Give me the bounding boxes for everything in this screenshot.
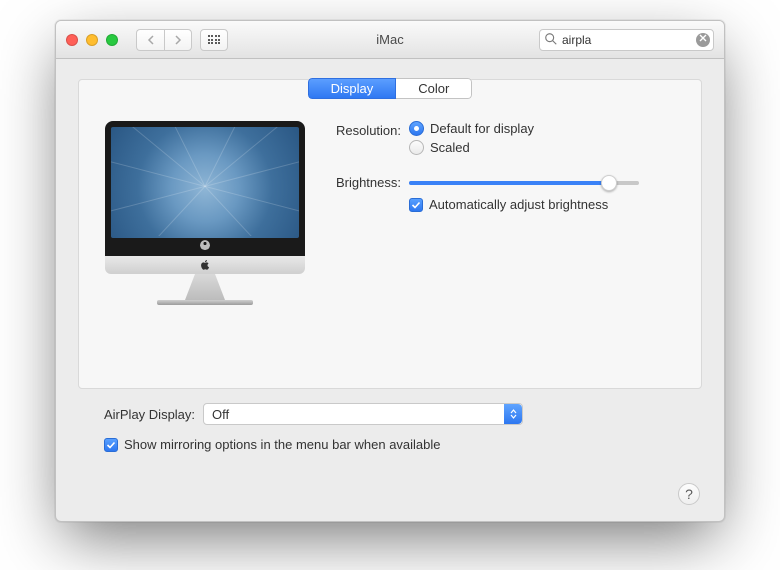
auto-brightness-checkbox[interactable] — [409, 198, 423, 212]
chevron-right-icon — [174, 35, 182, 45]
bottom-area: AirPlay Display: Off Show mirroring opti… — [78, 389, 702, 452]
airplay-value: Off — [212, 407, 229, 422]
tab-color[interactable]: Color — [396, 78, 472, 99]
check-icon — [411, 200, 421, 210]
check-icon — [106, 440, 116, 450]
apple-logo-icon — [200, 259, 210, 271]
airplay-select[interactable]: Off — [203, 403, 523, 425]
nav-buttons — [136, 29, 192, 51]
mirroring-checkbox[interactable] — [104, 438, 118, 452]
clear-search-button[interactable] — [696, 33, 710, 47]
auto-brightness-label: Automatically adjust brightness — [429, 197, 608, 212]
resolution-scaled-label: Scaled — [430, 140, 470, 155]
help-icon: ? — [685, 486, 693, 502]
help-button[interactable]: ? — [678, 483, 700, 505]
back-button[interactable] — [136, 29, 164, 51]
zoom-window-button[interactable] — [106, 34, 118, 46]
settings-column: Resolution: Default for display Scaled — [321, 121, 675, 226]
display-preview-image — [105, 121, 305, 306]
window-controls — [56, 34, 118, 46]
brightness-slider[interactable] — [409, 181, 639, 185]
forward-button[interactable] — [164, 29, 192, 51]
chevron-left-icon — [147, 35, 155, 45]
minimize-window-button[interactable] — [86, 34, 98, 46]
tab-display[interactable]: Display — [308, 78, 397, 99]
content-area: Display Color — [56, 59, 724, 452]
brightness-label: Brightness: — [321, 173, 401, 190]
show-all-button[interactable] — [200, 29, 228, 51]
close-window-button[interactable] — [66, 34, 78, 46]
search-input[interactable] — [539, 29, 714, 51]
x-icon — [699, 34, 707, 42]
titlebar: iMac — [56, 21, 724, 59]
resolution-default-label: Default for display — [430, 121, 534, 136]
preferences-window: iMac Display Color — [55, 20, 725, 522]
tab-bar: Display Color — [79, 78, 701, 99]
grid-icon — [208, 35, 221, 44]
resolution-label: Resolution: — [321, 121, 401, 138]
airplay-label: AirPlay Display: — [104, 407, 195, 422]
mirroring-label: Show mirroring options in the menu bar w… — [124, 437, 441, 452]
search-icon — [544, 32, 558, 46]
resolution-default-radio[interactable] — [409, 121, 424, 136]
resolution-scaled-radio[interactable] — [409, 140, 424, 155]
select-arrows-icon — [504, 404, 522, 424]
search-field-wrap — [539, 29, 714, 51]
settings-panel: Display Color — [78, 79, 702, 389]
